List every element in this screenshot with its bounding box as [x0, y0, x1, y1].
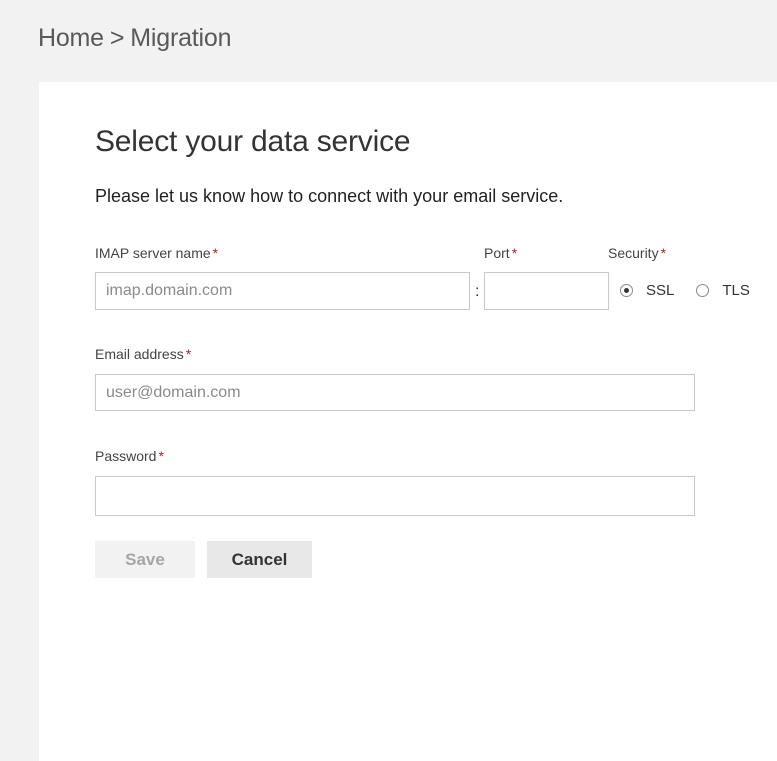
main-panel: Select your data service Please let us k…	[39, 82, 777, 761]
password-label-text: Password	[95, 448, 157, 464]
required-marker: *	[212, 245, 219, 261]
security-option-tls: TLS	[722, 282, 750, 299]
radio-selected-icon[interactable]	[620, 284, 633, 297]
security-radio-group: SSL TLS	[620, 282, 750, 299]
imap-server-input[interactable]	[95, 272, 470, 310]
required-marker: *	[511, 245, 518, 261]
page-subtitle: Please let us know how to connect with y…	[95, 186, 564, 206]
email-label-text: Email address	[95, 346, 184, 362]
imap-label: IMAP server name *	[95, 245, 218, 261]
imap-label-text: IMAP server name	[95, 245, 211, 261]
security-label: Security *	[608, 245, 666, 261]
breadcrumb: Home > Migration	[38, 24, 232, 53]
port-label: Port *	[484, 245, 517, 261]
port-label-text: Port	[484, 245, 510, 261]
breadcrumb-current: Migration	[130, 24, 232, 52]
port-colon: :	[475, 283, 480, 300]
security-option-ssl: SSL	[646, 282, 675, 299]
port-input[interactable]	[484, 272, 609, 310]
email-label: Email address *	[95, 346, 191, 362]
security-radio-ssl[interactable]: SSL	[620, 282, 674, 299]
security-label-text: Security	[608, 245, 659, 261]
required-marker: *	[660, 245, 667, 261]
save-button[interactable]: Save	[95, 541, 195, 578]
radio-unselected-icon[interactable]	[696, 284, 710, 297]
email-field[interactable]	[95, 374, 695, 411]
security-radio-tls[interactable]: TLS	[696, 282, 750, 299]
breadcrumb-home[interactable]: Home	[38, 24, 104, 52]
page-title: Select your data service	[95, 125, 411, 158]
password-field[interactable]	[95, 476, 695, 516]
breadcrumb-separator: >	[109, 24, 125, 52]
required-marker: *	[185, 346, 192, 362]
required-marker: *	[158, 448, 164, 464]
password-label: Password *	[95, 448, 164, 464]
cancel-button[interactable]: Cancel	[207, 541, 312, 578]
